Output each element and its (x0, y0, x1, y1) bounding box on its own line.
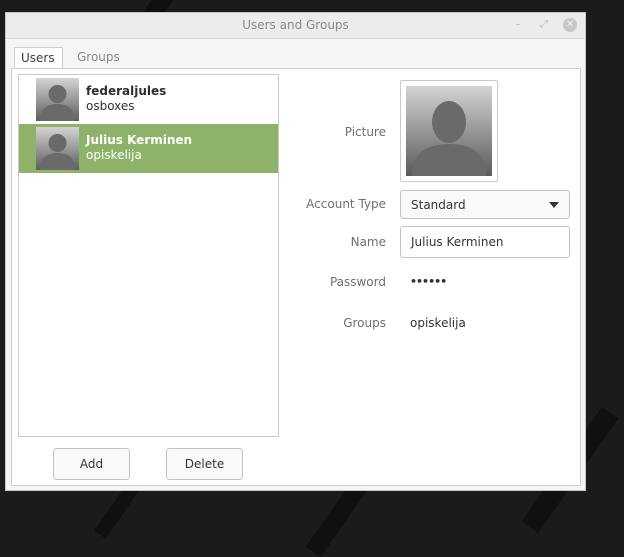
name-field[interactable]: Julius Kerminen (400, 226, 570, 258)
picture-label: Picture (344, 125, 386, 139)
user-row-julius-kerminen[interactable]: Julius Kerminen opiskelija (19, 124, 278, 173)
close-icon[interactable]: ✕ (563, 18, 577, 32)
user-avatar-icon (36, 78, 79, 121)
password-value[interactable]: •••••• (410, 275, 447, 288)
account-type-value: Standard (411, 198, 466, 212)
users-pane: federaljules osboxes Julius Kerminen opi… (11, 68, 581, 486)
maximize-icon[interactable]: ⤢ (536, 17, 552, 33)
window-title: Users and Groups (242, 18, 349, 32)
user-login-name: osboxes (86, 99, 135, 113)
person-silhouette-icon (40, 134, 75, 170)
picture-button[interactable] (400, 80, 498, 182)
account-type-label: Account Type (306, 197, 386, 211)
minimize-icon[interactable]: – (510, 17, 526, 33)
person-silhouette-icon (40, 85, 75, 121)
user-full-name: federaljules (86, 84, 167, 98)
user-row-federaljules[interactable]: federaljules osboxes (19, 75, 278, 124)
password-label: Password (329, 275, 386, 289)
account-type-dropdown[interactable]: Standard (400, 190, 570, 219)
groups-label: Groups (343, 316, 386, 330)
titlebar[interactable]: Users and Groups – ⤢ ✕ (6, 13, 585, 39)
user-list[interactable]: federaljules osboxes Julius Kerminen opi… (18, 74, 279, 437)
user-avatar-icon (36, 127, 79, 170)
name-label: Name (350, 235, 386, 249)
user-full-name: Julius Kerminen (86, 133, 193, 147)
tab-groups[interactable]: Groups (71, 47, 126, 69)
dropdown-arrow-icon (549, 202, 559, 208)
user-picture-icon (406, 86, 492, 176)
add-user-button[interactable]: Add (53, 448, 130, 480)
name-field-value: Julius Kerminen (411, 235, 504, 249)
users-and-groups-window: Users and Groups – ⤢ ✕ Users Groups fede… (5, 12, 586, 491)
delete-user-button[interactable]: Delete (166, 448, 243, 480)
groups-value[interactable]: opiskelija (410, 316, 466, 330)
tab-users[interactable]: Users (14, 47, 63, 69)
person-silhouette-icon (412, 101, 486, 176)
user-login-name: opiskelija (86, 148, 142, 162)
